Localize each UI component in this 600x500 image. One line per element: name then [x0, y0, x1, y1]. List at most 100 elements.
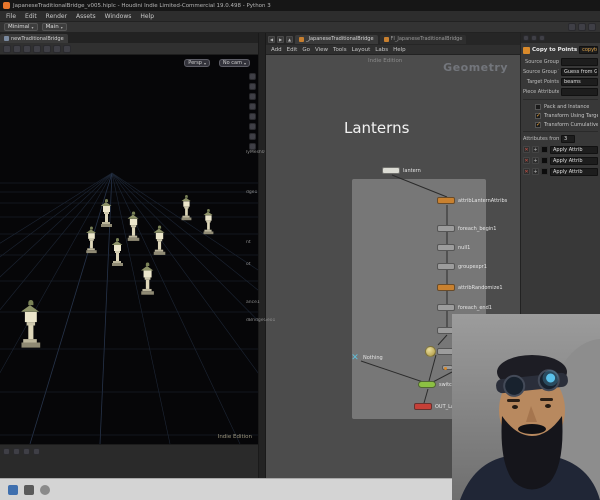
add-attr-button[interactable]: + — [532, 168, 539, 175]
lantern-model — [84, 226, 97, 256]
node-body — [414, 403, 432, 410]
move-tool-icon[interactable] — [13, 44, 21, 53]
net-menu-view[interactable]: View — [315, 47, 328, 53]
bottom-pane-icon-1[interactable] — [3, 448, 10, 455]
menu-file[interactable]: File — [6, 13, 16, 20]
remove-attr-button[interactable]: ✕ — [523, 168, 530, 175]
remove-attr-button[interactable]: ✕ — [523, 146, 530, 153]
menu-assets[interactable]: Assets — [76, 13, 96, 20]
view-icon-8[interactable] — [249, 143, 256, 150]
view-icon-7[interactable] — [249, 133, 256, 140]
net-menu-labs[interactable]: Labs — [375, 47, 388, 53]
target-points-field[interactable]: beams — [561, 78, 598, 86]
attr-swatch[interactable] — [541, 146, 548, 153]
toolbar-icon-1[interactable] — [568, 23, 576, 31]
net-menu-layout[interactable]: Layout — [352, 47, 371, 53]
net-back-button[interactable]: ◀ — [268, 35, 275, 43]
attr-swatch[interactable] — [541, 168, 548, 175]
node-label: groupexpr1 — [458, 263, 487, 270]
menu-windows[interactable]: Windows — [105, 13, 132, 20]
toolbar-icon-3[interactable] — [588, 23, 596, 31]
network-node-attribLanternAttribs[interactable]: attribLanternAttribs — [437, 197, 507, 204]
node-body — [437, 244, 455, 251]
checkbox[interactable]: ✓ — [535, 112, 541, 119]
pane-divider[interactable] — [258, 33, 266, 478]
scale-tool-icon[interactable] — [33, 44, 41, 53]
net-up-button[interactable]: ▲ — [286, 35, 293, 43]
webcam-overlay — [452, 314, 600, 500]
view-icon-6[interactable] — [249, 123, 256, 130]
param-tab-icon-1[interactable] — [523, 35, 529, 41]
menu-edit[interactable]: Edit — [25, 13, 37, 20]
taskbar-app-icon-2[interactable] — [24, 484, 34, 495]
network-tab-1[interactable]: _JapaneseTraditionalBridge — [295, 34, 378, 44]
net-menu-tools[interactable]: Tools — [333, 47, 347, 53]
bottom-pane-icon-2[interactable] — [13, 448, 20, 455]
param-tab-icon-2[interactable] — [531, 35, 537, 41]
net-menu-help[interactable]: Help — [393, 47, 406, 53]
attr-count-field[interactable]: 3 — [561, 135, 575, 143]
param-label: Piece Attribute — [523, 89, 559, 95]
net-menu-edit[interactable]: Edit — [287, 47, 298, 53]
net-forward-button[interactable]: ▶ — [277, 35, 284, 43]
viewport-option-icon[interactable] — [63, 44, 71, 53]
add-attr-button[interactable]: + — [532, 157, 539, 164]
checkbox[interactable]: ✓ — [535, 103, 541, 110]
shelf-dropdown-minimal[interactable]: Minimal ▾ — [4, 23, 38, 31]
camera-button[interactable]: No cam ▾ — [218, 59, 250, 67]
webcam-person — [452, 314, 600, 500]
node-body — [382, 167, 400, 174]
node-name-field[interactable]: copytopoints1 — [579, 46, 598, 54]
bottom-pane-icon-3[interactable] — [23, 448, 30, 455]
network-tab-2[interactable]: FI_JapaneseTraditionalBridge — [379, 34, 467, 44]
separator — [523, 99, 598, 100]
view-icon-1[interactable] — [249, 73, 256, 80]
source-group-type-dropdown[interactable]: Guess from Group▾ — [561, 68, 598, 76]
view-icon-5[interactable] — [249, 113, 256, 120]
add-attr-button[interactable]: + — [532, 146, 539, 153]
network-node-foreach_end1[interactable]: foreach_end1 — [437, 304, 492, 311]
node-label: foreach_begin1 — [458, 225, 497, 232]
persp-view-button[interactable]: Persp ▾ — [184, 59, 210, 67]
viewport-pane-tab[interactable]: newTraditionalBridge — [0, 34, 68, 43]
rotate-tool-icon[interactable] — [23, 44, 31, 53]
select-tool-icon[interactable] — [3, 44, 11, 53]
network-node-Nothing[interactable]: ✕ Nothing — [350, 353, 382, 363]
apply-attr-dropdown[interactable]: Apply Attrib — [550, 145, 598, 154]
network-node-groupexpr1[interactable]: groupexpr1 — [437, 263, 487, 270]
view-icon-4[interactable] — [249, 103, 256, 110]
view-icon-2[interactable] — [249, 83, 256, 90]
net-menu-go[interactable]: Go — [302, 47, 310, 53]
param-row-source-group: Source Group — [521, 57, 600, 67]
toolbar-icon-2[interactable] — [578, 23, 586, 31]
network-node-lantern[interactable]: lantern — [382, 167, 421, 174]
network-node-null1[interactable]: null1 — [437, 244, 470, 251]
menu-render[interactable]: Render — [46, 13, 67, 20]
view-icon-3[interactable] — [249, 93, 256, 100]
viewport-3d[interactable]: Persp ▾ No cam ▾ Indie Edition — [0, 55, 258, 444]
taskbar-app-icon-1[interactable] — [8, 484, 18, 495]
handles-tool-icon[interactable] — [43, 44, 51, 53]
apply-attr-dropdown[interactable]: Apply Attrib — [550, 156, 598, 165]
dropdown-value: Guess from Group — [564, 69, 598, 75]
taskbar-app-icon-3[interactable] — [40, 484, 50, 495]
net-menu-add[interactable]: Add — [271, 47, 282, 53]
node-body — [418, 381, 436, 388]
network-node-foreach_begin1[interactable]: foreach_begin1 — [437, 225, 497, 232]
bottom-pane-icon-4[interactable] — [33, 448, 40, 455]
check-label: Transform Using Target Point Orientation… — [544, 112, 598, 119]
multiparm-row-3: ✕ + Apply Attrib — [521, 166, 600, 177]
piece-attribute-field[interactable] — [561, 88, 598, 96]
snap-tool-icon[interactable] — [53, 44, 61, 53]
remove-attr-button[interactable]: ✕ — [523, 157, 530, 164]
desktop-dropdown-main[interactable]: Main ▾ — [41, 23, 67, 31]
menu-help[interactable]: Help — [140, 13, 154, 20]
person-brow — [507, 399, 520, 402]
checkbox[interactable]: ✓ — [535, 121, 541, 128]
network-tab-1-label: _JapaneseTraditionalBridge — [306, 36, 374, 42]
param-tab-icon-3[interactable] — [539, 35, 545, 41]
apply-attr-dropdown[interactable]: Apply Attrib — [550, 167, 598, 176]
network-node-attribRandomize1[interactable]: attribRandomize1 — [437, 284, 503, 291]
attr-swatch[interactable] — [541, 157, 548, 164]
source-group-field[interactable] — [561, 58, 598, 66]
